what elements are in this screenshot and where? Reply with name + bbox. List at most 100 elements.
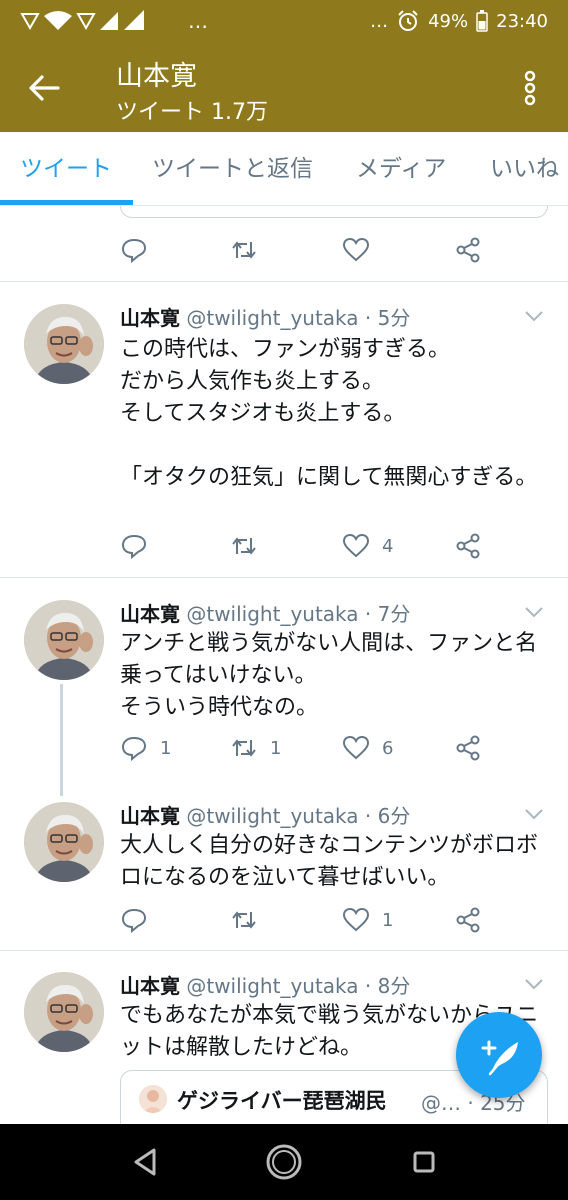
nav-back-button[interactable]	[126, 1142, 166, 1182]
retweet-icon	[232, 911, 256, 929]
reply-button[interactable]	[120, 898, 160, 942]
quoted-avatar	[139, 1085, 167, 1113]
status-bar: … … 49% 23:40	[0, 0, 568, 44]
reply-count: 1	[160, 737, 172, 759]
nav-recents-button[interactable]	[404, 1142, 444, 1182]
tweet-text: この時代は、ファンが弱すぎる。 だから人気作も炎上する。 そしてスタジオも炎上す…	[120, 337, 538, 490]
clock: 23:40	[496, 10, 548, 32]
alarm-icon	[398, 10, 418, 31]
avatar-image	[24, 304, 104, 384]
author-name[interactable]: 山本寛	[120, 974, 180, 998]
compose-feather-icon	[481, 1040, 518, 1076]
square-recents-icon	[413, 1151, 435, 1173]
tweet-header: 山本寛 @twilight_yutaka · 5分	[120, 302, 410, 331]
avatar[interactable]	[24, 972, 104, 1052]
reply-icon	[121, 238, 147, 264]
active-tab-indicator	[0, 200, 133, 205]
author-handle-time: @twilight_yutaka · 7分	[186, 602, 411, 626]
author-handle-time: @twilight_yutaka · 6分	[186, 804, 411, 828]
more-vert-icon	[524, 70, 536, 106]
avatar-image	[24, 972, 104, 1052]
tweet-count: ツイート 1.7万	[116, 100, 268, 125]
retweet-button[interactable]	[230, 524, 270, 568]
reply-icon	[121, 534, 147, 560]
retweet-button[interactable]	[230, 228, 258, 272]
chevron-down-icon[interactable]	[522, 972, 546, 996]
quoted-avatar-image	[139, 1085, 167, 1113]
like-button[interactable]: 6	[342, 726, 393, 770]
share-button[interactable]	[454, 726, 482, 770]
circle-home-icon	[266, 1144, 302, 1180]
thread-line	[60, 684, 63, 796]
avatar[interactable]	[24, 304, 104, 384]
like-button[interactable]: 4	[342, 524, 393, 568]
author-name[interactable]: 山本寛	[120, 306, 180, 330]
back-button[interactable]	[24, 68, 64, 108]
tab-media[interactable]: メディア	[356, 132, 446, 206]
retweet-icon	[232, 537, 256, 555]
avatar[interactable]	[24, 802, 104, 882]
tweet-actions: 4	[120, 524, 520, 568]
retweet-button[interactable]	[230, 898, 270, 942]
more-options-button[interactable]	[520, 68, 540, 108]
retweet-icon	[232, 241, 256, 259]
tab-tweets-and-replies[interactable]: ツイートと返信	[152, 132, 313, 206]
like-button[interactable]	[342, 228, 370, 272]
share-icon	[456, 735, 480, 761]
like-count: 1	[382, 909, 394, 931]
status-ellipsis-left: …	[188, 9, 208, 33]
reply-button[interactable]	[120, 524, 160, 568]
heart-icon	[342, 907, 370, 932]
avatar-image	[24, 802, 104, 882]
like-count: 4	[382, 535, 394, 557]
system-navigation-bar	[0, 1124, 568, 1200]
retweet-button[interactable]: 1	[230, 726, 281, 770]
author-handle-time: @twilight_yutaka · 8分	[186, 974, 411, 998]
tweet-header: 山本寛 @twilight_yutaka · 6分	[120, 800, 410, 829]
tweet-feed[interactable]: 山本寛 @twilight_yutaka · 5分 この時代は、ファンが弱すぎる…	[0, 206, 568, 1124]
tab-likes[interactable]: いいね	[490, 132, 559, 206]
compose-tweet-button[interactable]	[456, 1012, 542, 1098]
reply-button[interactable]	[120, 228, 148, 272]
author-name[interactable]: 山本寛	[120, 804, 180, 828]
triangle-back-icon	[134, 1148, 156, 1176]
tweet-text: 大人しく自分の好きなコンテンツがボロボロになるのを泣いて暮せばいい。	[120, 833, 539, 890]
tweet-header: 山本寛 @twilight_yutaka · 7分	[120, 598, 410, 627]
heart-icon	[342, 735, 370, 760]
author-name[interactable]: 山本寛	[120, 602, 180, 626]
chevron-down-icon[interactable]	[522, 802, 546, 826]
quoted-author-name: ゲジライバー琵琶湖民	[177, 1089, 387, 1113]
tweet-text: アンチと戦う気がない人間は、ファンと名乗ってはいけない。 そういう時代なの。	[120, 631, 538, 720]
reply-icon	[121, 736, 147, 762]
status-icons-left: …	[20, 8, 208, 34]
tweet-header: 山本寛 @twilight_yutaka · 8分	[120, 970, 410, 999]
profile-tabs: ツイート ツイートと返信 メディア いいね	[0, 132, 568, 206]
arrow-back-icon	[29, 75, 60, 101]
nav-home-button[interactable]	[264, 1142, 304, 1182]
profile-title: 山本寛	[116, 61, 197, 92]
tweet-divider	[0, 950, 568, 951]
heart-icon	[342, 533, 370, 558]
avatar-image	[24, 600, 104, 680]
tab-tweets[interactable]: ツイート	[20, 132, 112, 206]
share-icon	[456, 533, 480, 559]
tweet-divider	[0, 281, 568, 282]
author-handle-time: @twilight_yutaka · 5分	[186, 306, 411, 330]
share-icon	[456, 907, 480, 933]
status-icons-right: … 49% 23:40	[370, 9, 548, 33]
retweet-count: 1	[270, 737, 282, 759]
like-count: 6	[382, 737, 394, 759]
reply-icon	[121, 908, 147, 934]
chevron-down-icon[interactable]	[522, 304, 546, 328]
reply-button[interactable]: 1	[120, 726, 171, 770]
battery-icon	[476, 10, 488, 32]
share-button[interactable]	[454, 228, 482, 272]
profile-header: 山本寛 ツイート 1.7万	[0, 44, 568, 132]
battery-percent: 49%	[428, 10, 469, 32]
signal-wifi-icons	[20, 10, 144, 31]
share-button[interactable]	[454, 524, 482, 568]
like-button[interactable]: 1	[342, 898, 393, 942]
avatar[interactable]	[24, 600, 104, 680]
chevron-down-icon[interactable]	[522, 600, 546, 624]
share-button[interactable]	[454, 898, 482, 942]
